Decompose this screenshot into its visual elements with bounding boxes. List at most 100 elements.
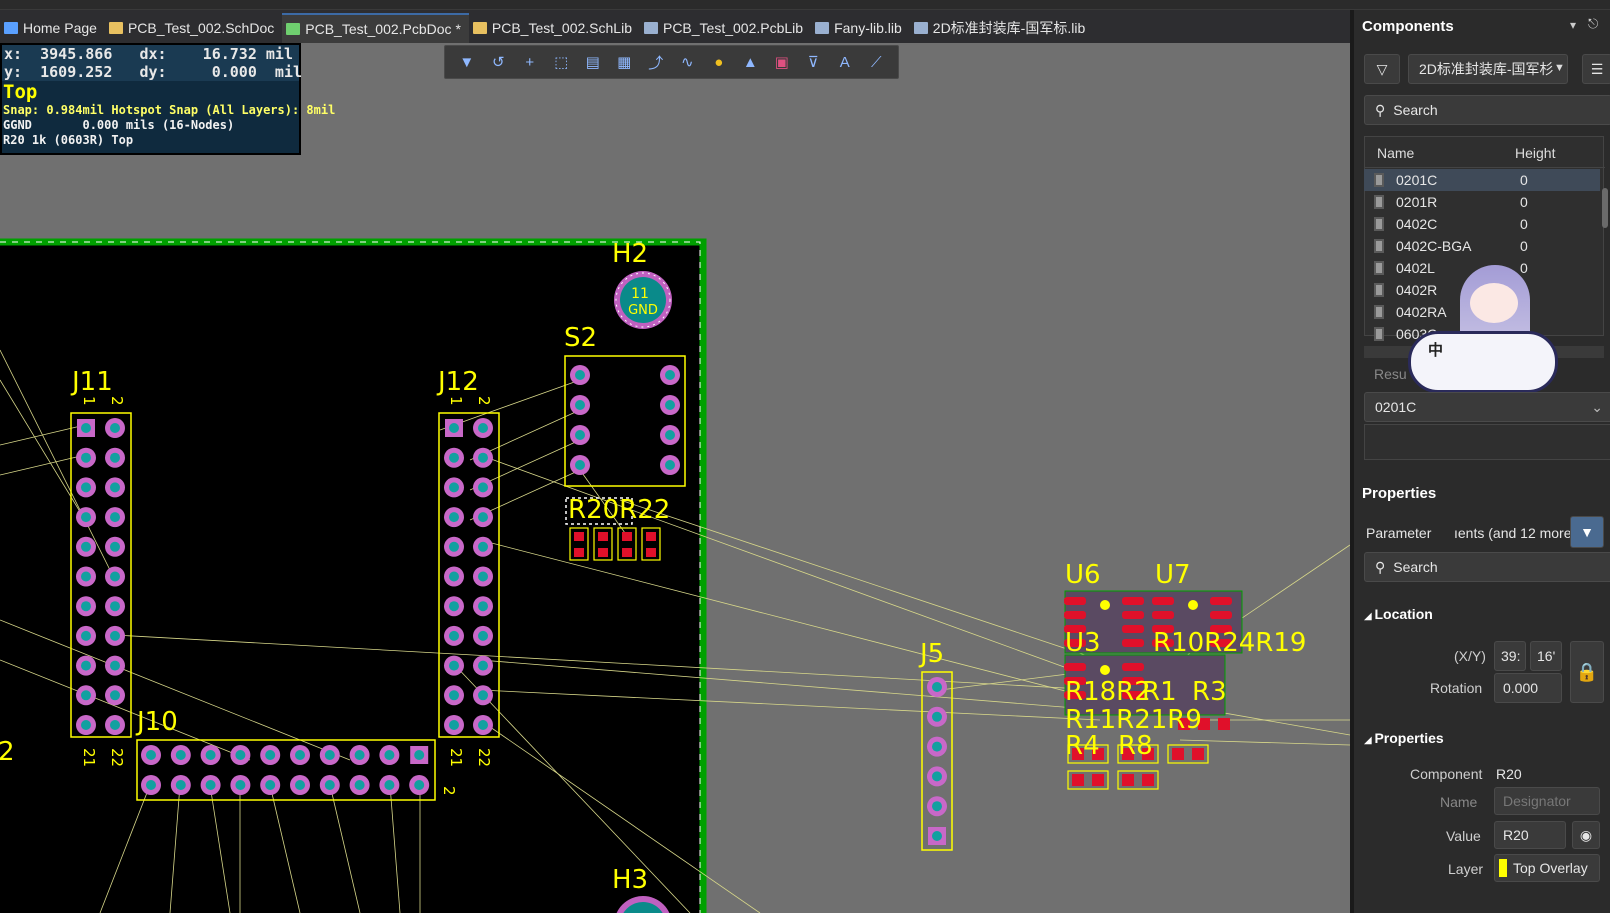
chip-icon [1374, 305, 1384, 319]
designator-s2: S2 [564, 323, 597, 353]
filter-icon[interactable]: ▼ [454, 49, 480, 75]
pad-hole [932, 682, 942, 692]
smd-pad[interactable] [1152, 597, 1174, 605]
line-icon[interactable]: ⟋ [863, 49, 889, 75]
smd-pad[interactable] [1064, 611, 1086, 619]
designator-j10: J10 [135, 707, 178, 737]
rotation-input[interactable]: 0.000 [1494, 673, 1562, 703]
properties-search-input[interactable]: ⚲ Search [1364, 552, 1610, 582]
tab-schdoc[interactable]: PCB_Test_002.SchDoc [105, 13, 282, 43]
x-input[interactable]: 39: [1494, 641, 1526, 671]
pad-hole [110, 541, 120, 552]
pad-hole [665, 400, 675, 410]
pad-hole [449, 482, 459, 493]
pad-hole [478, 630, 488, 641]
pad-hole [414, 780, 425, 790]
tab-label: Home Page [23, 20, 97, 36]
pad-hole [295, 750, 305, 760]
select-rect-icon[interactable]: ⬚ [548, 49, 574, 75]
pad-hole [575, 430, 585, 440]
list-item[interactable]: 0402C-BGA 0 [1364, 235, 1600, 257]
dimension-icon[interactable]: ⊽ [800, 49, 826, 75]
xy-label: (X/Y) [1454, 648, 1486, 664]
smd-pad[interactable] [1152, 611, 1174, 619]
pad-hole [449, 720, 459, 730]
tab-label: PCB_Test_002.PcbLib [662, 20, 804, 36]
smd-pad[interactable] [1122, 663, 1144, 671]
text-icon[interactable]: A [832, 49, 858, 75]
list-scrollbar[interactable] [1602, 188, 1608, 228]
filter-icon[interactable]: ▼ [1570, 516, 1604, 548]
smd-pad[interactable] [1210, 597, 1232, 605]
h2-pad-net: GND [628, 303, 658, 318]
footprint-selector[interactable]: 0201C ⌄ [1364, 392, 1610, 422]
diff-pair-icon[interactable]: ∿ [674, 49, 700, 75]
pad-hole [478, 423, 488, 433]
layer-dropdown[interactable]: Top Overlay [1494, 854, 1600, 882]
smd-pad[interactable] [1064, 663, 1086, 671]
designator-r3: R3 [1192, 677, 1227, 707]
interactive-route-icon[interactable]: ⤴ [643, 49, 669, 75]
lock-icon[interactable]: 🔒 [1570, 641, 1604, 703]
value-input[interactable]: R20 [1494, 821, 1566, 849]
smd-pad[interactable] [1122, 625, 1144, 633]
pcb-canvas[interactable]: J11 J12 S2 H2 H3 J10 J5 U6 U7 U3 R10R24R… [0, 43, 1350, 913]
tab-pcbdoc[interactable]: PCB_Test_002.PcbDoc * [282, 13, 469, 43]
smd-pad[interactable] [1210, 611, 1232, 619]
smd-pad[interactable] [1122, 639, 1144, 647]
designator-r8: R8 [1118, 731, 1153, 761]
pad-hole [324, 780, 335, 790]
hud-component: R20 1k (0603R) Top [3, 133, 134, 147]
hamburger-icon[interactable]: ☰ [1582, 54, 1610, 84]
region-icon[interactable]: ▲ [737, 49, 763, 75]
tab-schlib[interactable]: PCB_Test_002.SchLib [469, 13, 640, 43]
chart-bar-icon[interactable]: ▤ [580, 49, 606, 75]
smd-pad[interactable] [1122, 597, 1144, 605]
component-label: Component [1410, 766, 1483, 782]
pin-panel-icon[interactable]: ⎋ [1588, 16, 1598, 32]
filter-icon[interactable]: ▽ [1364, 54, 1400, 84]
eye-icon[interactable]: ◉ [1572, 821, 1600, 849]
pad-hole [81, 512, 91, 523]
results-label: Resu [1374, 366, 1407, 382]
route-icon[interactable]: ↺ [485, 49, 511, 75]
tab-pcblib[interactable]: PCB_Test_002.PcbLib [640, 13, 811, 43]
pad-hole [478, 690, 488, 701]
pad-hole [449, 571, 459, 582]
pad-hole [175, 750, 186, 760]
pad-hole [478, 452, 488, 463]
pcb-drawing[interactable]: J11 J12 S2 H2 H3 J10 J5 U6 U7 U3 R10R24R… [0, 43, 1350, 913]
pad-hole [932, 831, 942, 841]
pad-hole [449, 660, 459, 671]
poly-icon[interactable]: ▣ [769, 49, 795, 75]
column-header-name[interactable]: Name [1377, 145, 1414, 161]
pad-hole [932, 801, 942, 812]
properties-section[interactable]: ◢ Properties [1364, 730, 1444, 746]
chip-icon[interactable]: ▦ [611, 49, 637, 75]
list-item[interactable]: 0201C 0 [1364, 169, 1600, 191]
search-input[interactable]: ⚲ Search [1364, 95, 1610, 125]
library-dropdown[interactable]: 2D标准封装库-国军杉 [1408, 54, 1568, 84]
designator-input[interactable]: Designator [1494, 787, 1600, 815]
component-j5[interactable] [921, 671, 953, 851]
pad-hole [110, 601, 120, 612]
designator-u7: U7 [1155, 560, 1191, 590]
cross-icon[interactable]: + [517, 49, 543, 75]
designator-j12: J12 [436, 367, 479, 397]
panel-menu-icon[interactable]: ▾ [1570, 18, 1576, 32]
list-item[interactable]: 0402C 0 [1364, 213, 1600, 235]
column-header-height[interactable]: Height [1515, 145, 1555, 161]
list-item[interactable]: 0201R 0 [1364, 191, 1600, 213]
tab-fany-lib[interactable]: Fany-lib.lib [811, 13, 910, 43]
smd-pad[interactable] [1122, 611, 1144, 619]
location-section[interactable]: ◢ Location [1364, 606, 1433, 622]
smd-pad[interactable] [1064, 597, 1086, 605]
pin-icon[interactable]: ● [706, 49, 732, 75]
tab-home-page[interactable]: Home Page [0, 13, 105, 43]
pad-hole [81, 630, 91, 641]
schdoc-icon [108, 22, 123, 34]
y-input[interactable]: 16' [1530, 641, 1562, 671]
designator-fragment: 2 [0, 737, 15, 767]
components-panel: Components ▾ ⎋ ▽ 2D标准封装库-国军杉 ▼ ☰ ⚲ Search… [1350, 10, 1610, 913]
tab-2d-lib[interactable]: 2D标准封装库-国军标.lib [910, 13, 1093, 43]
